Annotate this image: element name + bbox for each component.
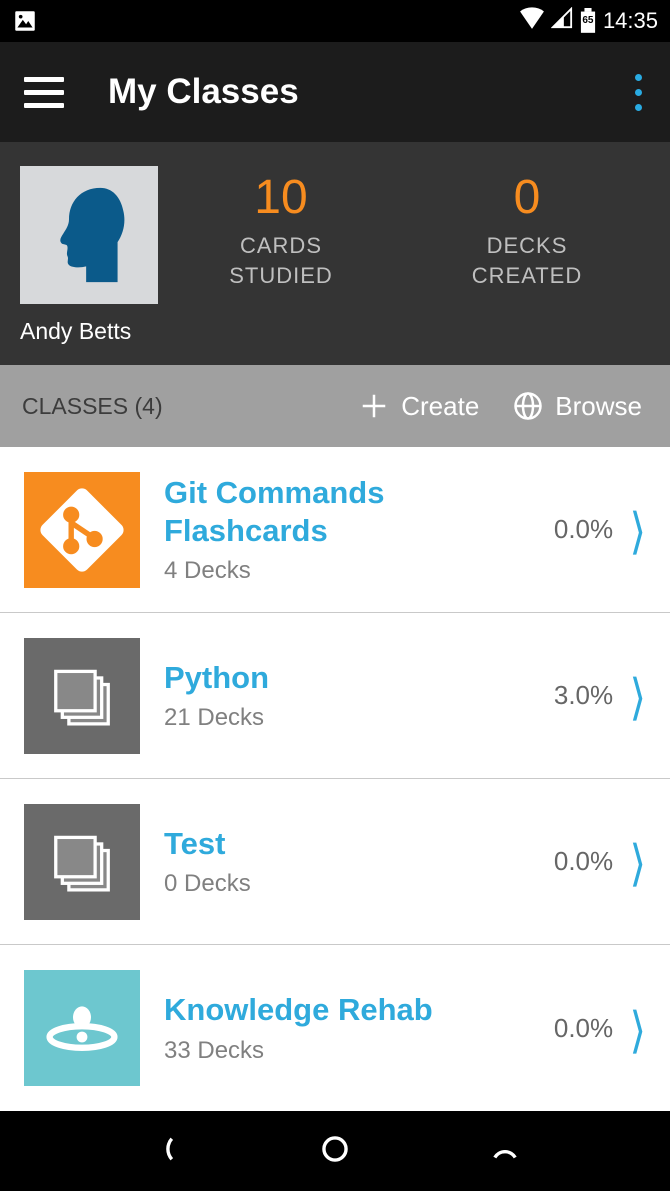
class-item-test[interactable]: Test 0 Decks 0.0% ❭ (0, 779, 670, 945)
class-title: Test (164, 825, 554, 862)
class-percent: 0.0% (554, 514, 613, 545)
stat-decks-created: 0 DECKS CREATED (404, 166, 650, 290)
class-title: Knowledge Rehab (164, 991, 554, 1028)
nav-home-icon[interactable] (318, 1132, 352, 1171)
class-icon-deck (24, 804, 140, 920)
profile-name: Andy Betts (20, 318, 650, 345)
profile-section: 10 CARDS STUDIED 0 DECKS CREATED Andy Be… (0, 142, 670, 365)
stat-cards-studied: 10 CARDS STUDIED (158, 166, 404, 290)
class-subtitle: 21 Decks (164, 704, 554, 732)
class-subtitle: 0 Decks (164, 870, 554, 898)
class-icon-deck (24, 638, 140, 754)
more-options-icon[interactable] (635, 74, 648, 111)
nav-back-icon[interactable] (148, 1132, 182, 1171)
class-subtitle: 33 Decks (164, 1037, 554, 1065)
status-time: 14:35 (603, 8, 658, 34)
battery-level: 65 (579, 15, 597, 26)
class-percent: 3.0% (554, 680, 613, 711)
class-icon-git (24, 472, 140, 588)
status-bar: 65 14:35 (0, 0, 670, 42)
browse-button[interactable]: Browse (513, 391, 642, 422)
app-bar: My Classes (0, 42, 670, 142)
class-title: Git Commands Flashcards (164, 474, 554, 548)
browse-label: Browse (555, 391, 642, 422)
battery-icon: 65 (579, 8, 597, 34)
create-button[interactable]: Create (359, 391, 479, 422)
picture-icon (12, 8, 38, 34)
class-percent: 0.0% (554, 846, 613, 877)
class-item-knowledge-rehab[interactable]: Knowledge Rehab 33 Decks 0.0% ❭ (0, 945, 670, 1111)
chevron-right-icon: ❭ (627, 670, 647, 721)
chevron-right-icon: ❭ (627, 504, 647, 555)
class-title: Python (164, 659, 554, 696)
nav-recent-icon[interactable] (488, 1132, 522, 1171)
stat-value: 0 (404, 170, 650, 225)
signal-icon (551, 7, 573, 35)
chevron-right-icon: ❭ (627, 1003, 647, 1054)
classes-count-label: CLASSES (4) (22, 393, 163, 420)
avatar[interactable] (20, 166, 158, 304)
page-title: My Classes (108, 72, 299, 112)
globe-icon (513, 391, 543, 421)
android-nav-bar (0, 1111, 670, 1191)
stat-value: 10 (158, 170, 404, 225)
create-label: Create (401, 391, 479, 422)
classes-toolbar: CLASSES (4) Create Browse (0, 365, 670, 447)
class-icon-orbit (24, 970, 140, 1086)
class-list: Git Commands Flashcards 4 Decks 0.0% ❭ P… (0, 447, 670, 1111)
wifi-icon (519, 7, 545, 35)
class-item-python[interactable]: Python 21 Decks 3.0% ❭ (0, 613, 670, 779)
class-percent: 0.0% (554, 1013, 613, 1044)
class-subtitle: 4 Decks (164, 557, 554, 585)
menu-icon[interactable] (24, 77, 64, 108)
class-item-git[interactable]: Git Commands Flashcards 4 Decks 0.0% ❭ (0, 447, 670, 613)
chevron-right-icon: ❭ (627, 836, 647, 887)
plus-icon (359, 391, 389, 421)
